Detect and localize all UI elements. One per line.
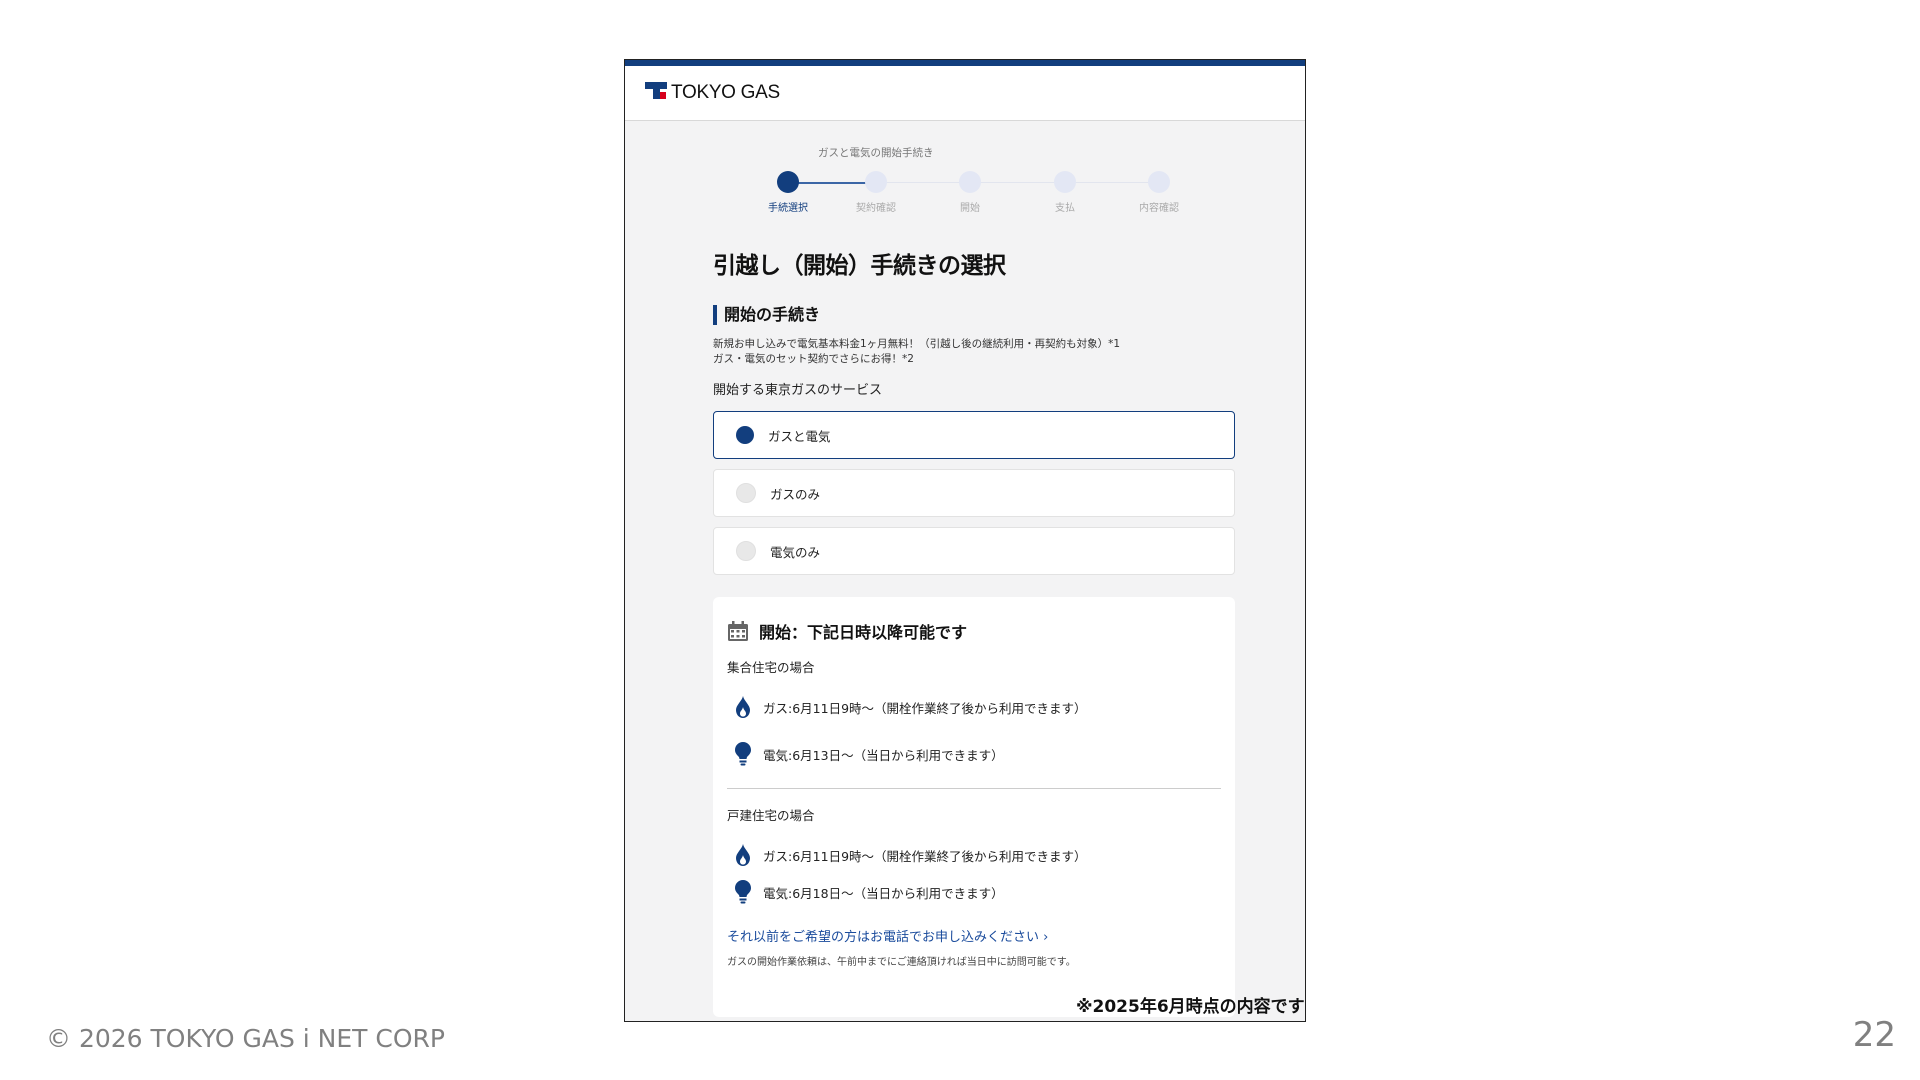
- as-of-note: ※2025年6月時点の内容です: [1076, 997, 1305, 1017]
- radio-selected[interactable]: [736, 426, 754, 444]
- option-label: 電気のみ: [770, 544, 821, 560]
- page-title: 引越し（開始）手続きの選択: [713, 253, 1006, 279]
- logo-mark-icon: [645, 82, 667, 104]
- option-label: ガスのみ: [770, 486, 821, 502]
- step-dot-active: [777, 171, 799, 193]
- step-label: 契約確認: [856, 203, 896, 214]
- card-divider: [727, 788, 1221, 789]
- screenshot-frame: TOKYO GAS ガスと電気の開始手続き 手続選択 契約確認 開始 支払 内容…: [624, 59, 1306, 1022]
- progress-line: [876, 182, 1159, 183]
- step-procedure-select: 手続選択: [758, 171, 818, 214]
- card-title: 開始：下記日時以降可能です: [727, 619, 1221, 643]
- tokyo-gas-logo[interactable]: TOKYO GAS: [645, 82, 780, 104]
- house-gas-text: ガス:6月11日9時〜（開栓作業終了後から利用できます）: [763, 848, 1087, 864]
- step-dot: [959, 171, 981, 193]
- step-label: 手続選択: [768, 203, 808, 214]
- step-dot: [1148, 171, 1170, 193]
- step-contract-confirm: 契約確認: [846, 171, 906, 214]
- lightbulb-icon: [735, 742, 751, 766]
- step-label: 開始: [960, 203, 980, 214]
- gas-flame-icon: [736, 844, 750, 866]
- step-payment: 支払: [1035, 171, 1095, 214]
- main-content: 引越し（開始）手続きの選択 開始の手続き 新規お申し込みで電気基本料金1ヶ月無料…: [713, 246, 1235, 1017]
- option-gas-only[interactable]: ガスのみ: [713, 469, 1235, 517]
- notice-line-1: 新規お申し込みで電気基本料金1ヶ月無料！（引越し後の継続利用・再契約も対象）*1: [713, 338, 1121, 350]
- calendar-icon: [728, 620, 748, 641]
- same-day-note: ガスの開始作業依頼は、午前中までにご連絡頂ければ当日中に訪問可能です。: [727, 957, 1076, 968]
- lightbulb-icon: [735, 880, 751, 904]
- site-header: TOKYO GAS: [625, 66, 1305, 121]
- step-dot: [1054, 171, 1076, 193]
- gas-flame-icon: [736, 696, 750, 718]
- option-label: ガスと電気: [768, 428, 831, 444]
- house-electricity-text: 電気:6月18日〜（当日から利用できます）: [763, 885, 1004, 901]
- copyright: © 2026 TOKYO GAS i NET CORP: [46, 1024, 445, 1053]
- apartment-electricity-row: 電気:6月13日〜（当日から利用できます）: [735, 742, 1221, 766]
- apartment-electricity-text: 電気:6月13日〜（当日から利用できます）: [763, 747, 1004, 763]
- start-date-card: 開始：下記日時以降可能です 集合住宅の場合 ガス:6月11日9時〜（開栓作業終了…: [713, 597, 1235, 1017]
- apartment-gas-text: ガス:6月11日9時〜（開栓作業終了後から利用できます）: [763, 700, 1087, 716]
- step-label: 内容確認: [1139, 203, 1179, 214]
- step-label: 支払: [1055, 203, 1075, 214]
- page-number: 22: [1852, 1015, 1896, 1055]
- logo-text: TOKYO GAS: [671, 82, 780, 103]
- radio-unselected[interactable]: [736, 483, 756, 503]
- service-label: 開始する東京ガスのサービス: [713, 383, 883, 398]
- house-gas-row: ガス:6月11日9時〜（開栓作業終了後から利用できます）: [735, 844, 1221, 866]
- apartment-gas-row: ガス:6月11日9時〜（開栓作業終了後から利用できます）: [735, 696, 1221, 718]
- progress-indicator: ガスと電気の開始手続き 手続選択 契約確認 開始 支払 内容確認: [625, 121, 1305, 231]
- step-content-confirm: 内容確認: [1129, 171, 1189, 214]
- notice-line-2: ガス・電気のセット契約でさらにお得！*2: [713, 353, 914, 365]
- phone-application-link[interactable]: それ以前をご希望の方はお電話でお申し込みください ›: [727, 926, 1221, 945]
- apartment-heading: 集合住宅の場合: [727, 660, 815, 675]
- card-title-text: 開始：下記日時以降可能です: [759, 623, 968, 642]
- progress-steps: 手続選択 契約確認 開始 支払 内容確認: [763, 171, 1179, 221]
- step-dot: [865, 171, 887, 193]
- campaign-notice: 新規お申し込みで電気基本料金1ヶ月無料！（引越し後の継続利用・再契約も対象）*1…: [713, 337, 1235, 367]
- house-electricity-row: 電気:6月18日〜（当日から利用できます）: [735, 880, 1221, 904]
- option-electricity-only[interactable]: 電気のみ: [713, 527, 1235, 575]
- radio-unselected[interactable]: [736, 541, 756, 561]
- step-start: 開始: [940, 171, 1000, 214]
- progress-title: ガスと電気の開始手続き: [818, 147, 934, 159]
- house-heading: 戸建住宅の場合: [727, 808, 815, 823]
- option-gas-and-electricity[interactable]: ガスと電気: [713, 411, 1235, 459]
- section-heading: 開始の手続き: [713, 305, 1235, 325]
